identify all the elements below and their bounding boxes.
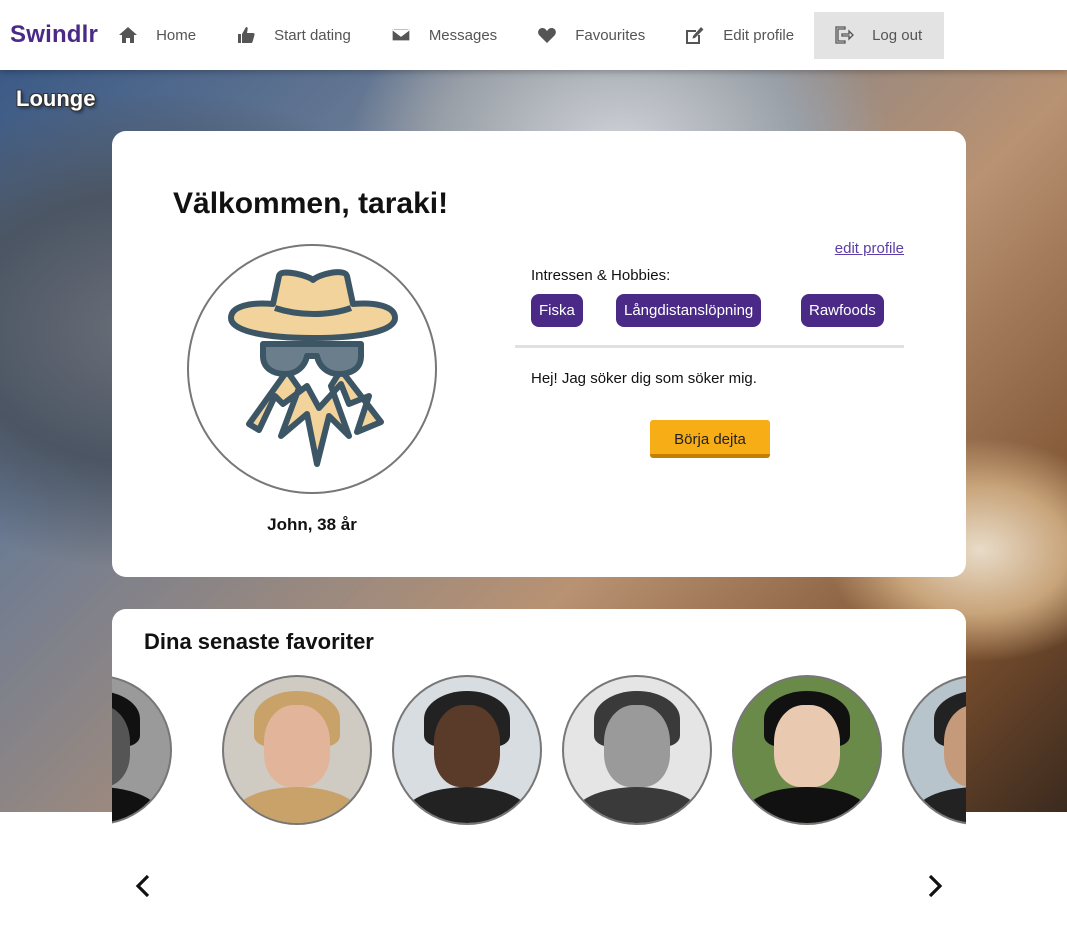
profile-card: Välkommen, taraki! John, 38 år edit prof… [112, 131, 966, 577]
home-icon [118, 25, 138, 45]
interest-tag: Långdistanslöpning [616, 294, 762, 327]
logout-icon [834, 25, 855, 45]
avatar-face [264, 705, 330, 787]
nav-home[interactable]: Home [106, 12, 216, 59]
avatar-shoulders [112, 787, 162, 823]
nav-edit-profile-label: Edit profile [723, 26, 795, 44]
nav-logout-label: Log out [872, 26, 923, 44]
envelope-icon [391, 25, 411, 45]
chevron-right-icon[interactable] [925, 874, 945, 898]
avatar-shoulders [912, 787, 966, 823]
nav-logout[interactable]: Log out [814, 11, 945, 59]
nav-favourites[interactable]: Favourites [517, 12, 665, 59]
avatar-face [434, 705, 500, 787]
interests-label: Intressen & Hobbies: [531, 267, 671, 284]
avatar-shoulders [742, 787, 872, 823]
avatar-shoulders [232, 787, 362, 823]
profile-bio: Hej! Jag söker dig som söker mig. [531, 370, 757, 387]
profile-name-age: John, 38 år [267, 515, 357, 534]
avatar-shoulders [572, 787, 702, 823]
page-title: Lounge [16, 86, 96, 111]
nav-edit-profile[interactable]: Edit profile [665, 12, 814, 59]
start-dating-button[interactable]: Börja dejta [650, 420, 770, 458]
avatar-shoulders [402, 787, 532, 823]
top-navbar: Swindlr Home Start dating Messages Favou… [0, 0, 1067, 70]
nav-messages-label: Messages [428, 26, 498, 44]
divider [515, 345, 904, 348]
favourites-title: Dina senaste favoriter [144, 629, 374, 654]
nav-home-label: Home [156, 26, 197, 44]
interest-tag: Fiska [531, 294, 583, 327]
heart-icon [537, 25, 557, 45]
avatar-face [774, 705, 840, 787]
nav-start-dating[interactable]: Start dating [216, 12, 371, 59]
spy-avatar-icon [187, 244, 437, 494]
favourite-avatar[interactable] [562, 675, 712, 825]
thumbs-up-icon [236, 25, 256, 45]
favourites-carousel [112, 675, 966, 825]
nav-start-dating-label: Start dating [274, 26, 351, 44]
edit-icon [685, 25, 705, 45]
nav-messages[interactable]: Messages [371, 12, 517, 59]
favourite-avatar[interactable] [732, 675, 882, 825]
favourite-avatar[interactable] [112, 675, 172, 825]
chevron-left-icon[interactable] [133, 874, 153, 898]
nav-favourites-label: Favourites [575, 26, 646, 44]
interest-tag: Rawfoods [801, 294, 884, 327]
favourite-avatar[interactable] [392, 675, 542, 825]
favourite-avatar[interactable] [902, 675, 966, 825]
favourite-avatar[interactable] [222, 675, 372, 825]
brand-logo[interactable]: Swindlr [10, 21, 98, 49]
welcome-heading: Välkommen, taraki! [173, 187, 449, 220]
favourites-card: Dina senaste favoriter [112, 609, 966, 948]
edit-profile-link[interactable]: edit profile [835, 240, 904, 257]
avatar-face [604, 705, 670, 787]
